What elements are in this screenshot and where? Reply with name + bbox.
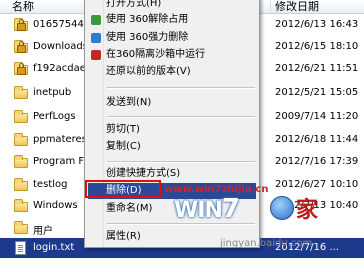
text-file-icon <box>14 241 28 255</box>
watermark-brand: WIN7 <box>174 194 240 224</box>
folder-icon <box>14 86 28 99</box>
menu-item-open-with[interactable]: 打开方式(H) <box>88 0 256 12</box>
locked-folder-icon <box>14 18 28 31</box>
menu-item-restore-previous[interactable]: 还原以前的版本(V) <box>88 64 256 80</box>
file-date: 2012/6/21 11:51 <box>275 63 359 74</box>
windows-logo-icon <box>270 196 294 220</box>
highlight-annotation-box <box>85 180 161 198</box>
folder-icon <box>14 155 28 168</box>
watermark-brand-extra: 家 <box>296 198 319 223</box>
menu-item-send-to[interactable]: 发送到(N) <box>88 95 256 111</box>
watermark: www.win7zhijia.cn WIN7 家 jingyan.baidu.c… <box>160 184 364 254</box>
folder-icon <box>14 199 28 212</box>
file-date: 2012/5/21 15:05 <box>275 87 359 98</box>
folder-icon <box>14 110 28 123</box>
360-sandbox-icon <box>91 50 101 60</box>
menu-item-360-unlock[interactable]: 使用 360解除占用 <box>88 12 256 28</box>
folder-icon <box>14 221 28 234</box>
file-date: 2012/7/16 17:39 <box>275 156 359 167</box>
folder-icon <box>14 133 28 146</box>
360-unlock-icon <box>91 15 101 25</box>
menu-separator <box>107 116 255 118</box>
file-date: 2009/7/14 11:20 <box>275 111 359 122</box>
360-shred-icon <box>91 33 101 43</box>
column-header-date[interactable]: 修改日期 <box>270 0 364 14</box>
file-date: 2012/6/15 18:10 <box>275 41 359 52</box>
file-date: 2012/6/13 16:43 <box>275 19 359 30</box>
locked-folder-icon <box>14 40 28 53</box>
locked-folder-icon <box>14 62 28 75</box>
watermark-sub: jingyan.baidu.com <box>220 238 313 249</box>
menu-separator <box>107 161 255 163</box>
menu-item-copy[interactable]: 复制(C) <box>88 139 256 155</box>
menu-item-360-sandbox[interactable]: 在360隔离沙箱中运行 <box>88 47 256 63</box>
folder-icon <box>14 178 28 191</box>
menu-item-360-shred[interactable]: 使用 360强力删除 <box>88 30 256 46</box>
file-date: 2012/6/18 11:44 <box>275 134 359 145</box>
menu-separator <box>107 87 255 89</box>
menu-item-cut[interactable]: 剪切(T) <box>88 122 256 138</box>
